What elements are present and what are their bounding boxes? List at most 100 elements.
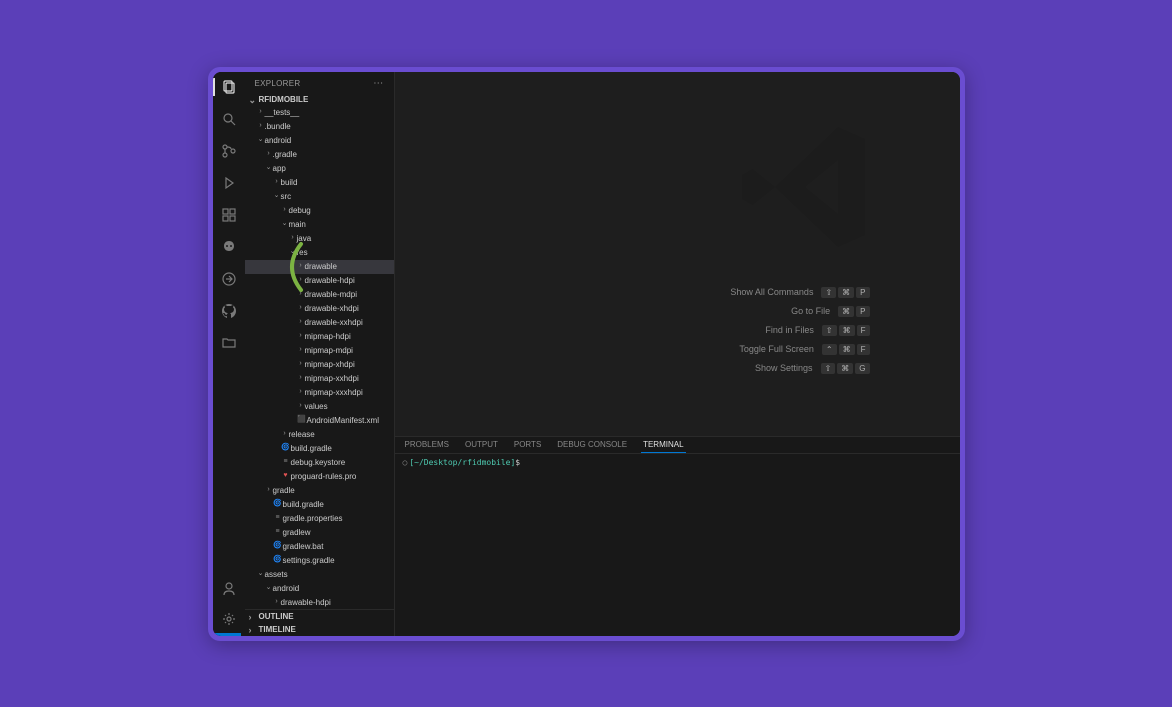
copilot-icon[interactable] [220,238,238,256]
files-icon[interactable] [220,78,238,96]
tree-item[interactable]: ⌄android [245,134,394,148]
chevron-icon: › [297,401,305,412]
tree-item[interactable]: ›mipmap-xxxhdpi [245,386,394,400]
terminal-tab[interactable]: OUTPUT [463,437,500,453]
tree-item-label: debug.keystore [291,457,390,469]
tree-item[interactable]: 🌀build.gradle [245,498,394,512]
file-icon: ≡ [273,513,283,524]
terminal-tabs: PROBLEMS OUTPUT PORTS DEBUG CONSOLE TERMINAL [395,437,960,454]
outer-frame: EXPLORER ⋯ RFIDMOBILE ›__tests__›.bundle… [208,67,965,641]
tree-item[interactable]: ♥proguard-rules.pro [245,470,394,484]
tree-item[interactable]: ⌄app [245,162,394,176]
gear-icon[interactable] [220,610,238,628]
tree-item[interactable]: ›gradle [245,484,394,498]
tree-item[interactable]: ›drawable-xxhdpi [245,316,394,330]
chevron-icon: › [297,275,305,286]
tree-item-label: gradlew.bat [283,541,390,553]
github-icon[interactable] [220,302,238,320]
command-label: Go to File [791,306,830,316]
tree-item[interactable]: ›build [245,176,394,190]
terminal-tab[interactable]: DEBUG CONSOLE [555,437,629,453]
tree-item[interactable]: ›mipmap-xhdpi [245,358,394,372]
tree-item[interactable]: ⬛AndroidManifest.xml [245,414,394,428]
key: P [856,287,869,298]
search-icon[interactable] [220,110,238,128]
live-share-icon[interactable] [220,270,238,288]
tree-item[interactable]: ⌄res [245,246,394,260]
command-row: Toggle Full Screen⌃⌘F [730,344,869,355]
source-control-icon[interactable] [220,142,238,160]
tree-item[interactable]: 🌀gradlew.bat [245,540,394,554]
tree-item[interactable]: ⌄src [245,190,394,204]
chevron-icon: › [281,205,289,216]
tree-item[interactable]: ⌄assets [245,568,394,582]
tree-item[interactable]: ›drawable-hdpi [245,596,394,609]
file-tree[interactable]: ›__tests__›.bundle⌄android›.gradle⌄app›b… [245,106,394,609]
explorer-header: EXPLORER ⋯ [245,72,394,93]
more-icon[interactable]: ⋯ [373,78,383,89]
tree-item-label: drawable-xhdpi [305,303,390,315]
tree-item[interactable]: ›drawable-mdpi [245,288,394,302]
tree-item[interactable]: ›values [245,400,394,414]
vscode-window: EXPLORER ⋯ RFIDMOBILE ›__tests__›.bundle… [213,72,960,636]
key: ⌘ [837,363,853,374]
chevron-icon: › [281,429,289,440]
account-icon[interactable] [220,580,238,598]
tree-item[interactable]: 🌀settings.gradle [245,554,394,568]
key: ⌘ [839,344,855,355]
folder-icon[interactable] [220,334,238,352]
tree-item[interactable]: ›debug [245,204,394,218]
run-icon[interactable] [220,174,238,192]
tree-item-label: mipmap-xxhdpi [305,373,390,385]
command-row: Show Settings⇧⌘G [730,363,869,374]
chevron-icon: › [257,107,265,118]
tree-item[interactable]: ≡gradlew [245,526,394,540]
command-shortcut: ⌃⌘F [822,344,870,355]
tree-item[interactable]: ›__tests__ [245,106,394,120]
tree-item[interactable]: ≡gradle.properties [245,512,394,526]
tree-item-label: drawable-mdpi [305,289,390,301]
tree-item[interactable]: ›drawable [245,260,394,274]
tree-item-label: proguard-rules.pro [291,471,390,483]
command-row: Show All Commands⇧⌘P [730,287,869,298]
file-icon: 🌀 [273,541,283,552]
tree-item[interactable]: ›.bundle [245,120,394,134]
tree-item[interactable]: ≡debug.keystore [245,456,394,470]
tree-item[interactable]: ›release [245,428,394,442]
chevron-icon: ⌄ [289,247,297,258]
key: ⌃ [822,344,837,355]
tree-item[interactable]: 🌀build.gradle [245,442,394,456]
tree-item[interactable]: ⌄android [245,582,394,596]
tree-item-label: app [273,163,390,175]
terminal-body[interactable]: ○[~/Desktop/rfidmobile]$ [395,454,960,636]
chevron-icon: ⌄ [273,191,281,202]
tree-item[interactable]: ›.gradle [245,148,394,162]
tree-item-label: res [297,247,390,259]
terminal-tab[interactable]: PROBLEMS [403,437,451,453]
extensions-icon[interactable] [220,206,238,224]
tree-item-label: settings.gradle [283,555,390,567]
tree-item[interactable]: ›mipmap-xxhdpi [245,372,394,386]
tree-item-label: src [281,191,390,203]
tree-item[interactable]: ›drawable-xhdpi [245,302,394,316]
tree-item-label: values [305,401,390,413]
tree-item[interactable]: ›drawable-hdpi [245,274,394,288]
command-shortcut: ⇧⌘G [821,363,870,374]
tree-item-label: drawable-hdpi [281,597,390,609]
outline-panel[interactable]: OUTLINE [245,610,394,623]
terminal-tab[interactable]: PORTS [512,437,543,453]
file-icon: 🌀 [281,443,291,454]
tree-item-label: gradle [273,485,390,497]
terminal-tab[interactable]: TERMINAL [641,437,685,453]
timeline-panel[interactable]: TIMELINE [245,623,394,636]
key: F [857,344,870,355]
project-root[interactable]: RFIDMOBILE [245,93,394,106]
tree-item[interactable]: ⌄main [245,218,394,232]
command-shortcut: ⌘P [838,306,869,317]
tree-item[interactable]: ›mipmap-mdpi [245,344,394,358]
tree-item[interactable]: ›java [245,232,394,246]
tree-item[interactable]: ›mipmap-hdpi [245,330,394,344]
tree-item-label: android [273,583,390,595]
tree-item-label: main [289,219,390,231]
file-icon: 🌀 [273,499,283,510]
